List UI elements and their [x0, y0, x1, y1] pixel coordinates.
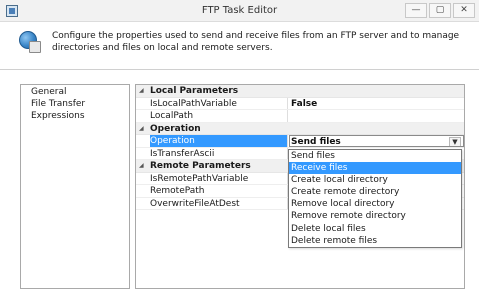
property-name: IsRemotePathVariable: [150, 172, 288, 184]
category-local-parameters[interactable]: ◢ Local Parameters: [136, 85, 464, 98]
property-row-localpath[interactable]: LocalPath: [136, 110, 464, 123]
property-value[interactable]: False: [291, 98, 464, 110]
category-label: Operation: [150, 123, 201, 134]
title-bar: FTP Task Editor — ▢ ✕: [0, 0, 479, 22]
collapse-icon[interactable]: ◢: [139, 85, 147, 98]
operation-dropdown-list: Send files Receive files Create local di…: [288, 149, 462, 248]
header-panel: Configure the properties used to send an…: [0, 22, 479, 70]
ftp-globe-icon: [19, 31, 41, 53]
property-value[interactable]: [291, 110, 464, 122]
nav-item-file-transfer[interactable]: File Transfer: [21, 98, 129, 110]
option-send-files[interactable]: Send files: [289, 150, 461, 162]
nav-item-expressions[interactable]: Expressions: [21, 110, 129, 122]
operation-select-value: Send files: [291, 137, 341, 147]
option-remove-local-directory[interactable]: Remove local directory: [289, 198, 461, 210]
option-remove-remote-directory[interactable]: Remove remote directory: [289, 210, 461, 222]
option-delete-local-files[interactable]: Delete local files: [289, 223, 461, 235]
chevron-down-icon[interactable]: ▼: [449, 137, 461, 146]
property-name: LocalPath: [150, 110, 288, 122]
category-operation[interactable]: ◢ Operation: [136, 122, 464, 136]
property-row-islocalpathvariable[interactable]: IsLocalPathVariable False: [136, 97, 464, 110]
option-receive-files[interactable]: Receive files: [289, 162, 461, 175]
collapse-icon[interactable]: ◢: [139, 123, 147, 136]
property-name: Operation: [150, 135, 288, 147]
property-name: RemotePath: [150, 185, 288, 197]
category-label: Local Parameters: [150, 86, 239, 96]
operation-select[interactable]: Send files ▼: [289, 135, 464, 147]
page-nav: General File Transfer Expressions: [20, 84, 130, 289]
header-description: Configure the properties used to send an…: [52, 31, 460, 53]
minimize-button[interactable]: —: [405, 3, 427, 18]
property-row-operation[interactable]: Operation Send files ▼: [136, 135, 464, 148]
collapse-icon[interactable]: ◢: [139, 160, 147, 173]
option-delete-remote-files[interactable]: Delete remote files: [289, 235, 461, 247]
option-create-local-directory[interactable]: Create local directory: [289, 174, 461, 186]
maximize-button[interactable]: ▢: [429, 3, 451, 18]
property-name: IsTransferAscii: [150, 147, 288, 159]
option-create-remote-directory[interactable]: Create remote directory: [289, 186, 461, 198]
property-name: IsLocalPathVariable: [150, 97, 288, 109]
nav-item-general[interactable]: General: [21, 86, 129, 98]
window-controls: — ▢ ✕: [405, 3, 475, 18]
close-button[interactable]: ✕: [453, 3, 475, 18]
property-name: OverwriteFileAtDest: [150, 197, 288, 209]
